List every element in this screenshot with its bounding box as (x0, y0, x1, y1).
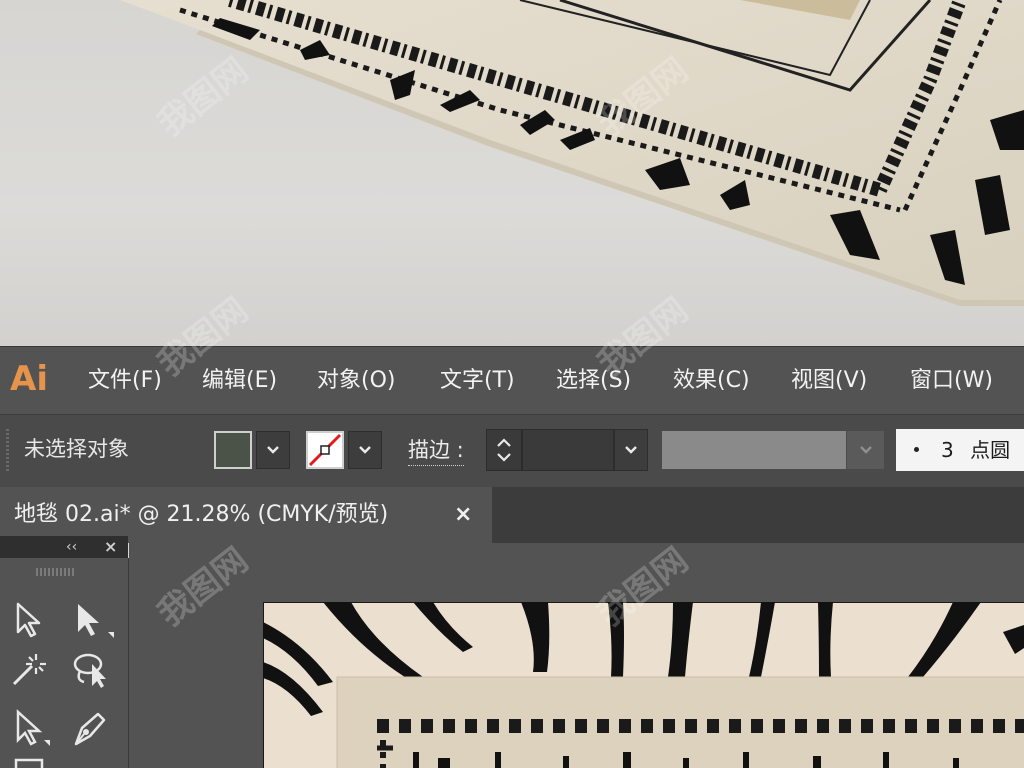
rug-mockup-illustration (120, 0, 1024, 306)
menu-object[interactable]: 对象(O) (313, 365, 399, 397)
rug-mockup-photo (0, 0, 1024, 346)
arrow-filled-icon (78, 604, 114, 638)
selection-tool[interactable] (10, 600, 50, 640)
fill-color-swatch[interactable] (214, 431, 252, 469)
menu-effect[interactable]: 效果(C) (669, 365, 754, 397)
canvas-area[interactable] (129, 543, 1024, 768)
control-bar: 未选择对象 描边 : 3 点圆 (0, 414, 1024, 488)
stroke-weight-stepper[interactable] (486, 429, 522, 471)
chevron-down-icon[interactable] (496, 452, 512, 462)
tools-panel (0, 558, 129, 768)
collapse-panel-button[interactable]: ‹‹ (66, 538, 77, 556)
document-tab-bar: 地毯 02.ai* @ 21.28% (CMYK/预览) × (0, 487, 1024, 543)
direct-selection-tool[interactable] (70, 600, 114, 640)
document-tab-title: 地毯 02.ai* @ 21.28% (CMYK/预览) (14, 502, 389, 527)
variable-width-profile-field[interactable] (662, 431, 846, 469)
pen-tool[interactable] (68, 706, 108, 746)
lasso-tool[interactable] (70, 650, 110, 690)
fill-dropdown-button[interactable] (256, 431, 290, 469)
chevron-down-icon (625, 446, 637, 454)
brush-name-label: 点圆 (970, 438, 1011, 462)
document-tab[interactable]: 地毯 02.ai* @ 21.28% (CMYK/预览) × (0, 487, 492, 543)
chevron-down-icon (267, 446, 279, 454)
artboard-rug-design (263, 602, 1024, 768)
app-logo: Ai (10, 359, 48, 399)
stroke-color-swatch[interactable] (306, 431, 344, 469)
rectangle-tool[interactable] (10, 756, 50, 768)
menu-edit[interactable]: 编辑(E) (198, 365, 281, 397)
chevron-down-icon (359, 446, 371, 454)
menu-select[interactable]: 选择(S) (552, 365, 635, 397)
brush-size-label: 3 (941, 438, 954, 462)
magic-wand-tool[interactable] (8, 650, 48, 690)
direct-selection-tool-alt[interactable] (10, 708, 50, 748)
no-stroke-icon (308, 433, 342, 467)
close-tab-button[interactable]: × (454, 499, 472, 531)
stroke-weight-input[interactable] (522, 429, 614, 471)
arrow-outline-icon (16, 602, 41, 638)
selection-status-text: 未选择对象 (24, 437, 129, 461)
close-panel-button[interactable]: × (104, 537, 117, 557)
stroke-weight-dropdown[interactable] (614, 429, 648, 471)
menu-file[interactable]: 文件(F) (84, 365, 166, 397)
brush-definition-field[interactable]: 3 点圆 (896, 429, 1024, 471)
brush-dot-icon (914, 447, 919, 452)
rectangle-icon (14, 758, 44, 768)
menu-type[interactable]: 文字(T) (436, 365, 519, 397)
variable-width-dropdown[interactable] (846, 431, 884, 469)
pen-icon (74, 712, 106, 746)
lasso-icon (73, 653, 106, 688)
stroke-dropdown-button[interactable] (348, 431, 382, 469)
menu-window[interactable]: 窗口(W) (906, 365, 997, 397)
stroke-weight-label[interactable]: 描边 : (408, 435, 464, 466)
magic-wand-icon (12, 654, 46, 686)
chevron-down-icon (859, 446, 872, 454)
control-bar-grip[interactable] (6, 429, 9, 473)
chevron-up-icon[interactable] (496, 438, 512, 448)
menu-view[interactable]: 视图(V) (787, 365, 871, 397)
tools-panel-grip[interactable] (36, 568, 76, 576)
menu-bar: Ai 文件(F) 编辑(E) 对象(O) 文字(T) 选择(S) 效果(C) 视… (0, 346, 1024, 415)
arrow-outline-icon (16, 709, 50, 746)
tools-panel-header: ‹‹ × (0, 536, 128, 558)
